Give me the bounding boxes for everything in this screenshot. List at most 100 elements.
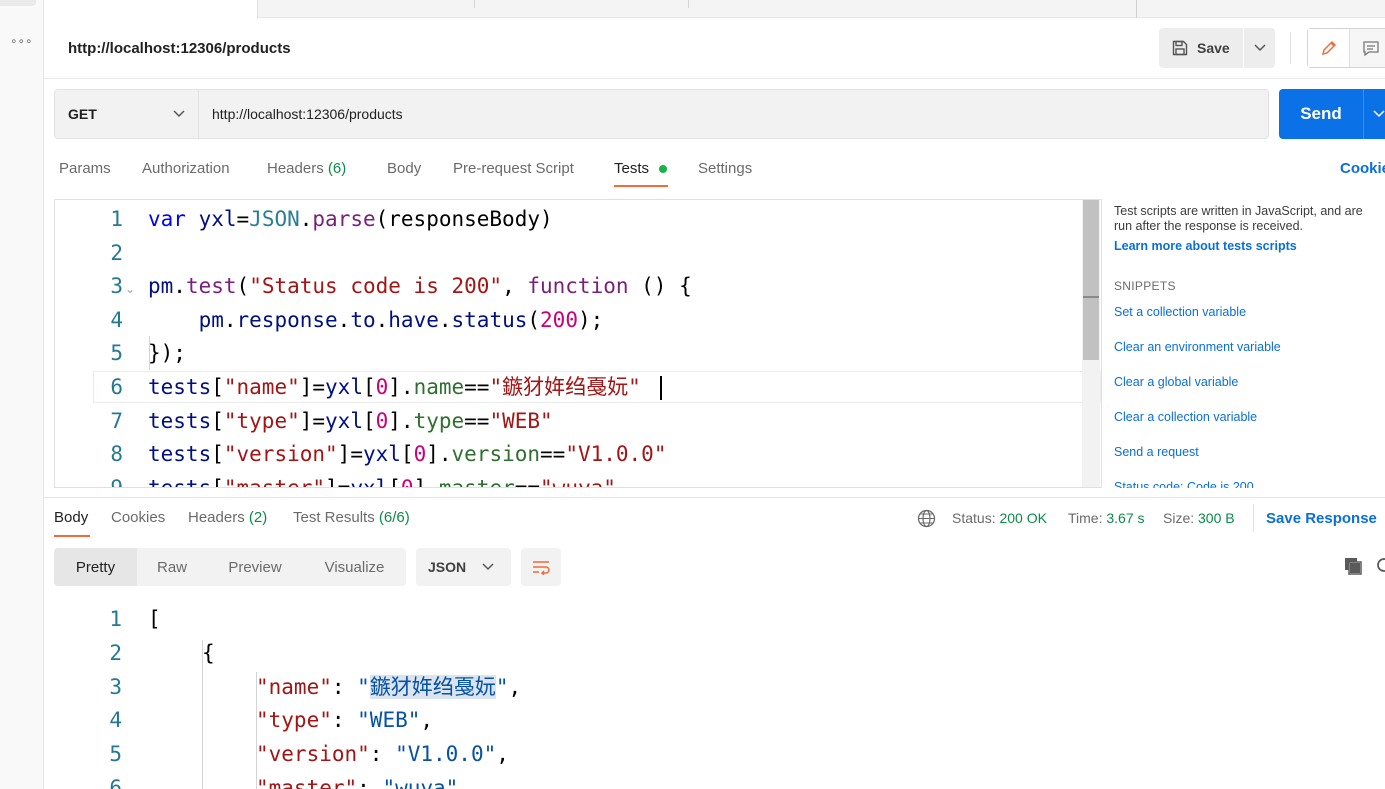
learn-more-link[interactable]: Learn more about tests scripts (1114, 239, 1297, 253)
text-caret (660, 376, 662, 400)
code-token: "鏃犲姩绉戞妧" (489, 375, 641, 399)
save-options-button[interactable] (1244, 28, 1275, 68)
cookies-link[interactable]: Cookie (1340, 160, 1385, 177)
code-token: "name" (223, 375, 300, 399)
line-number: 6 (110, 375, 123, 399)
view-pretty-button[interactable]: Pretty (54, 548, 137, 586)
tab-pre-request-script[interactable]: Pre-request Script (453, 160, 574, 177)
view-raw-button[interactable]: Raw (137, 548, 207, 586)
tab-params[interactable]: Params (59, 160, 111, 177)
comments-button[interactable] (1351, 29, 1385, 67)
view-visualize-button[interactable]: Visualize (303, 548, 406, 586)
edit-mode-button[interactable] (1308, 29, 1350, 67)
time-indicator[interactable]: Time: 3.67 s (1068, 510, 1145, 526)
globe-icon[interactable] (917, 509, 936, 528)
snippet-item[interactable]: Clear a global variable (1114, 375, 1238, 389)
response-divider[interactable] (44, 497, 1385, 498)
json-value: "WEB" (357, 708, 421, 733)
code-token: . (299, 207, 313, 231)
tab-label: Params (59, 160, 111, 177)
json-separator: : (369, 742, 396, 767)
tab-label: Headers (267, 160, 324, 177)
copy-icon[interactable] (1343, 556, 1363, 576)
request-tab-active[interactable] (44, 0, 258, 19)
more-options-icon[interactable]: ∘∘∘ (10, 34, 33, 48)
snippets-heading: SNIPPETS (1114, 279, 1176, 293)
line-number: 1 (109, 607, 122, 631)
search-icon[interactable] (1374, 556, 1385, 576)
header-divider (1290, 32, 1291, 64)
code-token: ]= (325, 475, 351, 488)
code-token: . (438, 307, 452, 332)
code-text: }); (148, 336, 186, 370)
tests-script-editor[interactable]: ⌄ 1 var yxl=JSON.parse(responseBody) 2 3 pm.… (54, 199, 1102, 488)
code-token: 0 (413, 442, 427, 467)
code-token: master (438, 475, 515, 488)
tab-authorization[interactable]: Authorization (142, 160, 230, 177)
wrap-lines-button[interactable] (521, 548, 561, 586)
snippet-item[interactable]: Send a request (1114, 445, 1199, 459)
json-comma: , (458, 776, 471, 789)
code-text: tests["version"]=yxl[0].version=="V1.0.0… (148, 437, 666, 471)
code-token: parse (312, 207, 376, 231)
code-token: [ (362, 375, 376, 399)
code-token: ]. (426, 442, 452, 467)
code-token: var (148, 207, 199, 231)
url-input[interactable]: http://localhost:12306/products (199, 89, 1269, 139)
tab-separator (1136, 0, 1137, 18)
tab-settings[interactable]: Settings (698, 160, 752, 177)
size-indicator[interactable]: Size: 300 B (1163, 510, 1235, 526)
response-line: 3 "name": "鏃犲姩绉戞妧", (44, 670, 1385, 704)
response-body-viewer[interactable]: 1[2{3 "name": "鏃犲姩绉戞妧", 4 "type": "WEB", 5 "v… (44, 600, 1385, 789)
save-button[interactable]: Save (1159, 28, 1243, 68)
json-value-part: " (357, 674, 370, 699)
send-button[interactable]: Send (1279, 89, 1363, 139)
code-token: test (185, 274, 237, 299)
code-token: tests (148, 375, 212, 399)
json-key: "type" (256, 708, 332, 733)
send-options-button[interactable] (1363, 89, 1385, 139)
code-token: }); (148, 341, 186, 366)
line-number: 4 (109, 708, 122, 733)
chevron-down-icon (1372, 110, 1385, 118)
sidebar-top-tab[interactable] (0, 0, 36, 6)
response-tab-body[interactable]: Body (54, 509, 88, 526)
code-token: ( (527, 307, 541, 332)
snippet-item[interactable]: Clear an environment variable (1114, 340, 1281, 354)
response-text: "name": "鏃犲姩绉戞妧", (256, 670, 521, 704)
view-preview-button[interactable]: Preview (207, 548, 303, 586)
code-token: [ (362, 408, 376, 433)
format-select[interactable]: JSON (416, 548, 511, 586)
response-line: 6 "master": "wuya", (44, 771, 1385, 789)
json-comma: , (420, 708, 434, 733)
code-token: yxl (325, 375, 363, 399)
response-tab-test-results[interactable]: Test Results (6/6) (293, 509, 410, 526)
snippet-item[interactable]: Set a collection variable (1114, 305, 1246, 319)
request-title[interactable]: http://localhost:12306/products (68, 40, 291, 57)
code-token: [ (211, 375, 224, 399)
code-token: type (413, 408, 465, 433)
tab-body[interactable]: Body (387, 160, 421, 177)
response-tab-headers[interactable]: Headers (2) (188, 509, 267, 526)
line-number: 5 (110, 341, 123, 366)
meta-divider (1253, 504, 1254, 532)
response-tab-cookies[interactable]: Cookies (111, 509, 165, 526)
active-tab-underline (54, 535, 90, 537)
tab-headers[interactable]: Headers (6) (267, 160, 346, 177)
code-token: yxl (325, 408, 363, 433)
tab-label: Tests (614, 160, 650, 177)
code-token: ]. (413, 475, 439, 488)
code-token: tests (148, 408, 212, 433)
line-number: 2 (109, 640, 122, 665)
tab-label: Body (387, 160, 422, 177)
status-indicator[interactable]: Status: 200 OK (952, 510, 1047, 526)
line-number: 6 (109, 776, 122, 789)
snippet-item[interactable]: Clear a collection variable (1114, 410, 1257, 424)
save-response-button[interactable]: Save Response (1266, 510, 1377, 527)
snippet-item[interactable]: Status code: Code is 200 (1114, 480, 1254, 488)
code-line: 9 tests["master"]=yxl[0].master=="wuya" (55, 471, 1101, 488)
tab-tests[interactable]: Tests (614, 160, 649, 177)
json-comma: , (508, 674, 522, 699)
json-key: "version" (256, 742, 370, 767)
editor-scroll-thumb[interactable] (1083, 200, 1099, 360)
